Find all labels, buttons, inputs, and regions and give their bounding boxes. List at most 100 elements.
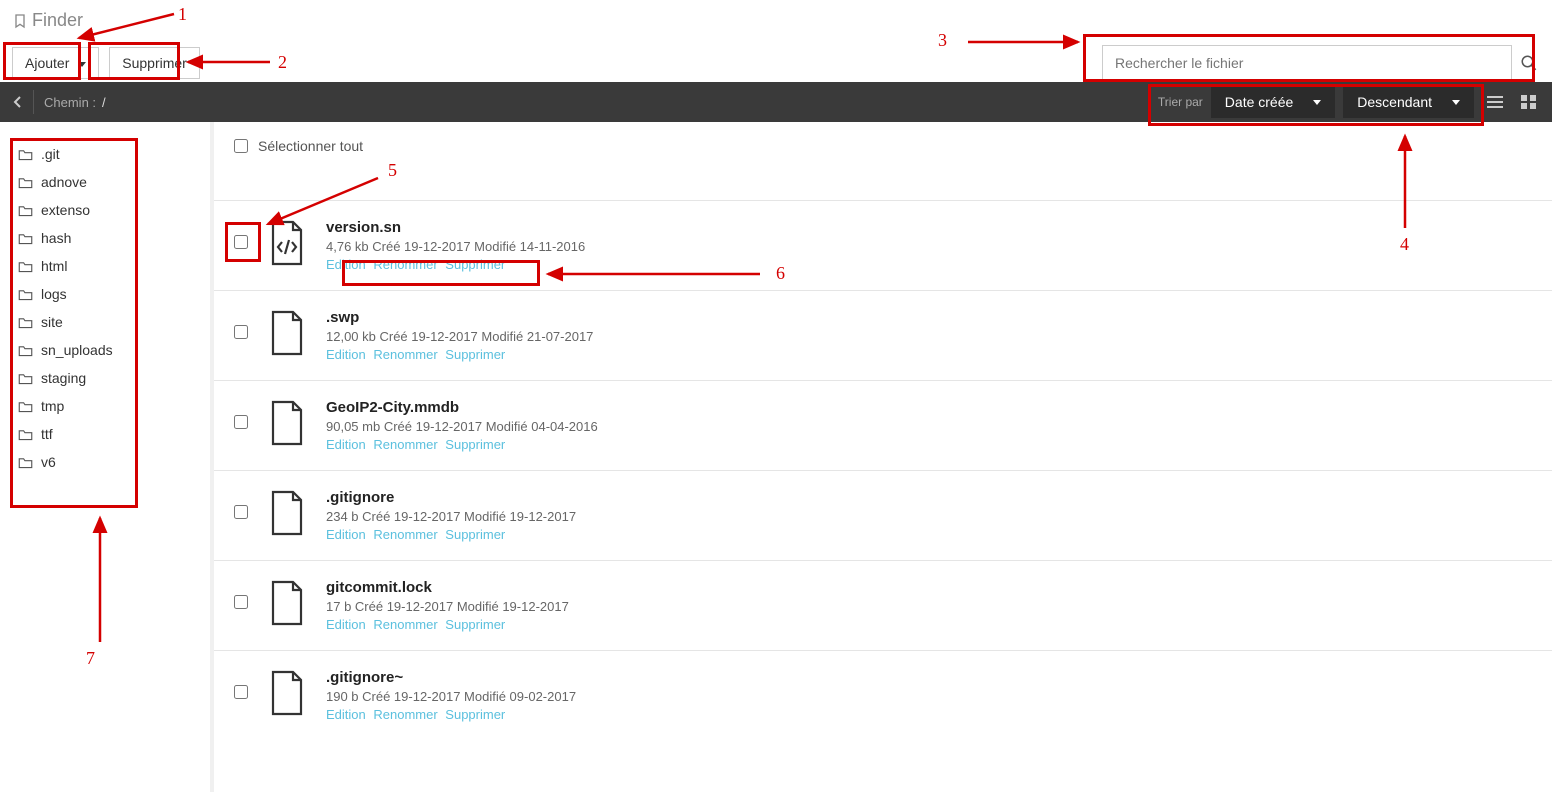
file-action-delete[interactable]: Supprimer bbox=[445, 617, 505, 632]
header: Finder Ajouter Supprimer bbox=[0, 0, 1552, 82]
file-row: .gitignore~190 b Créé 19-12-2017 Modifié… bbox=[214, 650, 1552, 740]
sidebar-item-label: ttf bbox=[41, 426, 53, 442]
path-label: Chemin : bbox=[44, 95, 96, 110]
file-row: .swp 12,00 kb Créé 19-12-2017 Modifié 21-… bbox=[214, 290, 1552, 380]
add-button-label: Ajouter bbox=[25, 55, 69, 71]
file-name: gitcommit.lock bbox=[326, 579, 1532, 596]
sidebar-item[interactable]: html bbox=[14, 252, 196, 280]
file-actions: Edition Renommer Supprimer bbox=[326, 527, 1532, 542]
file-action-edit[interactable]: Edition bbox=[326, 347, 366, 362]
sidebar-item-label: logs bbox=[41, 286, 67, 302]
file-row: .gitignore 234 b Créé 19-12-2017 Modifié … bbox=[214, 470, 1552, 560]
select-all-label: Sélectionner tout bbox=[258, 138, 363, 154]
file-actions: Edition Renommer Supprimer bbox=[326, 707, 1532, 722]
sort-order-select[interactable]: Descendant bbox=[1343, 86, 1474, 118]
sidebar-item[interactable]: logs bbox=[14, 280, 196, 308]
path-value: / bbox=[102, 95, 106, 110]
add-button[interactable]: Ajouter bbox=[12, 47, 99, 79]
folder-icon bbox=[18, 232, 33, 245]
sidebar-item-label: adnove bbox=[41, 174, 87, 190]
file-action-rename[interactable]: Renommer bbox=[373, 527, 437, 542]
sidebar-item[interactable]: .git bbox=[14, 140, 196, 168]
sidebar-item[interactable]: extenso bbox=[14, 196, 196, 224]
file-actions: Edition Renommer Supprimer bbox=[326, 437, 1532, 452]
sidebar-item[interactable]: adnove bbox=[14, 168, 196, 196]
select-all-checkbox[interactable] bbox=[234, 139, 248, 153]
delete-button[interactable]: Supprimer bbox=[109, 47, 200, 79]
file-meta: 12,00 kb Créé 19-12-2017 Modifié 21-07-2… bbox=[326, 329, 1532, 344]
file-action-edit[interactable]: Edition bbox=[326, 617, 366, 632]
file-action-edit[interactable]: Edition bbox=[326, 437, 366, 452]
sidebar-item-label: tmp bbox=[41, 398, 64, 414]
file-meta: 90,05 mb Créé 19-12-2017 Modifié 04-04-2… bbox=[326, 419, 1532, 434]
file-checkbox[interactable] bbox=[234, 235, 248, 249]
file-checkbox[interactable] bbox=[234, 505, 248, 519]
file-checkbox[interactable] bbox=[234, 325, 248, 339]
grid-view-icon[interactable] bbox=[1516, 89, 1542, 115]
sidebar-item[interactable]: v6 bbox=[14, 448, 196, 476]
chevron-down-icon bbox=[1313, 100, 1321, 105]
file-name: version.sn bbox=[326, 219, 1532, 236]
file-checkbox[interactable] bbox=[234, 595, 248, 609]
search-input[interactable] bbox=[1102, 45, 1512, 81]
file-meta: 190 b Créé 19-12-2017 Modifié 09-02-2017 bbox=[326, 689, 1532, 704]
sidebar-item-label: html bbox=[41, 258, 67, 274]
file-action-delete[interactable]: Supprimer bbox=[445, 347, 505, 362]
folder-icon bbox=[18, 400, 33, 413]
file-list: version.sn 4,76 kb Créé 19-12-2017 Modifi… bbox=[214, 200, 1552, 740]
sidebar-item[interactable]: ttf bbox=[14, 420, 196, 448]
file-action-edit[interactable]: Edition bbox=[326, 707, 366, 722]
file-checkbox[interactable] bbox=[234, 685, 248, 699]
sidebar-item[interactable]: hash bbox=[14, 224, 196, 252]
file-action-delete[interactable]: Supprimer bbox=[445, 257, 505, 272]
sidebar-item[interactable]: staging bbox=[14, 364, 196, 392]
folder-icon bbox=[18, 428, 33, 441]
sidebar-item-label: .git bbox=[41, 146, 60, 162]
sidebar-item[interactable]: site bbox=[14, 308, 196, 336]
sidebar-item-label: sn_uploads bbox=[41, 342, 113, 358]
file-icon bbox=[266, 309, 308, 357]
file-action-rename[interactable]: Renommer bbox=[373, 347, 437, 362]
sidebar-item[interactable]: sn_uploads bbox=[14, 336, 196, 364]
folder-icon bbox=[18, 456, 33, 469]
sort-by-label: Trier par bbox=[1158, 95, 1203, 109]
file-action-delete[interactable]: Supprimer bbox=[445, 437, 505, 452]
file-icon bbox=[266, 489, 308, 537]
caret-down-icon bbox=[78, 62, 86, 67]
sidebar-item[interactable]: tmp bbox=[14, 392, 196, 420]
back-button[interactable] bbox=[10, 90, 34, 114]
file-name: .gitignore bbox=[326, 489, 1532, 506]
sort-field-value: Date créée bbox=[1225, 94, 1293, 110]
file-action-delete[interactable]: Supprimer bbox=[445, 527, 505, 542]
file-icon bbox=[266, 219, 308, 267]
file-action-rename[interactable]: Renommer bbox=[373, 437, 437, 452]
file-action-edit[interactable]: Edition bbox=[326, 257, 366, 272]
file-actions: Edition Renommer Supprimer bbox=[326, 257, 1532, 272]
app-title-text: Finder bbox=[32, 10, 83, 31]
sort-controls: Trier par Date créée Descendant bbox=[1158, 86, 1542, 118]
file-meta: 4,76 kb Créé 19-12-2017 Modifié 14-11-20… bbox=[326, 239, 1532, 254]
bookmark-icon bbox=[12, 13, 28, 29]
file-row: GeoIP2-City.mmdb90,05 mb Créé 19-12-2017… bbox=[214, 380, 1552, 470]
file-action-rename[interactable]: Renommer bbox=[373, 707, 437, 722]
file-meta: 234 b Créé 19-12-2017 Modifié 19-12-2017 bbox=[326, 509, 1532, 524]
file-icon bbox=[266, 579, 308, 627]
main-panel: Sélectionner tout version.sn 4,76 kb Créé… bbox=[214, 122, 1552, 792]
file-row: version.sn 4,76 kb Créé 19-12-2017 Modifi… bbox=[214, 200, 1552, 290]
file-action-rename[interactable]: Renommer bbox=[373, 257, 437, 272]
file-action-rename[interactable]: Renommer bbox=[373, 617, 437, 632]
delete-button-label: Supprimer bbox=[122, 55, 187, 71]
file-action-edit[interactable]: Edition bbox=[326, 527, 366, 542]
sidebar: .git adnove extensohash html logs site sn_uplo… bbox=[0, 122, 210, 792]
file-action-delete[interactable]: Supprimer bbox=[445, 707, 505, 722]
file-info: .gitignore~190 b Créé 19-12-2017 Modifié… bbox=[326, 669, 1532, 722]
folder-icon bbox=[18, 176, 33, 189]
search-icon[interactable] bbox=[1518, 45, 1540, 81]
app-title: Finder bbox=[12, 10, 1540, 31]
sidebar-item-label: site bbox=[41, 314, 63, 330]
sort-field-select[interactable]: Date créée bbox=[1211, 86, 1335, 118]
file-checkbox[interactable] bbox=[234, 415, 248, 429]
list-view-icon[interactable] bbox=[1482, 89, 1508, 115]
search-wrap bbox=[1102, 45, 1540, 81]
file-name: .swp bbox=[326, 309, 1532, 326]
